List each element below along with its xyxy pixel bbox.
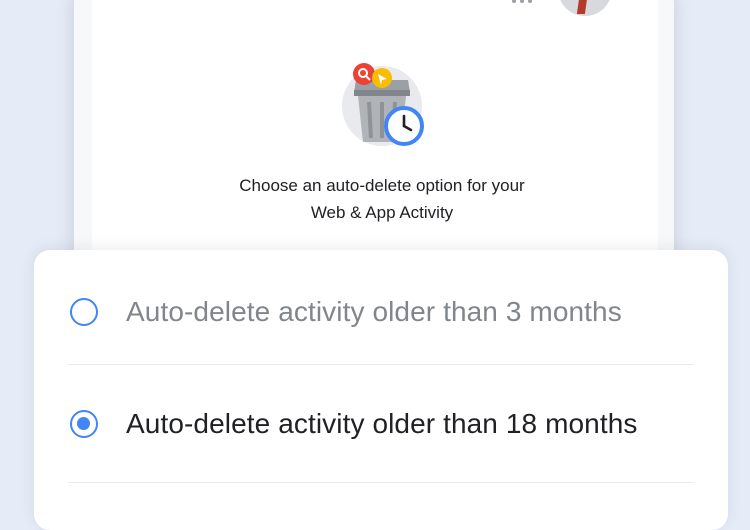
option-3-months[interactable]: Auto-delete activity older than 3 months	[68, 256, 694, 368]
option-divider	[68, 364, 694, 365]
radio-button-18-months[interactable]	[70, 410, 98, 438]
prompt-line-1: Choose an auto-delete option for your	[239, 176, 525, 195]
more-horiz-icon[interactable]	[512, 0, 540, 5]
auto-delete-trash-clock-icon	[342, 63, 424, 146]
option-18-months[interactable]: Auto-delete activity older than 18 month…	[68, 368, 694, 480]
option-divider	[68, 482, 694, 483]
radio-button-3-months[interactable]	[70, 298, 98, 326]
option-label-18-months: Auto-delete activity older than 18 month…	[126, 408, 638, 439]
auto-delete-options-sheet: Auto-delete activity older than 3 months…	[34, 250, 728, 530]
prompt-line-2: Web & App Activity	[310, 203, 454, 222]
option-label-3-months: Auto-delete activity older than 3 months	[126, 296, 622, 327]
auto-delete-prompt: Choose an auto-delete option for your We…	[140, 172, 624, 226]
